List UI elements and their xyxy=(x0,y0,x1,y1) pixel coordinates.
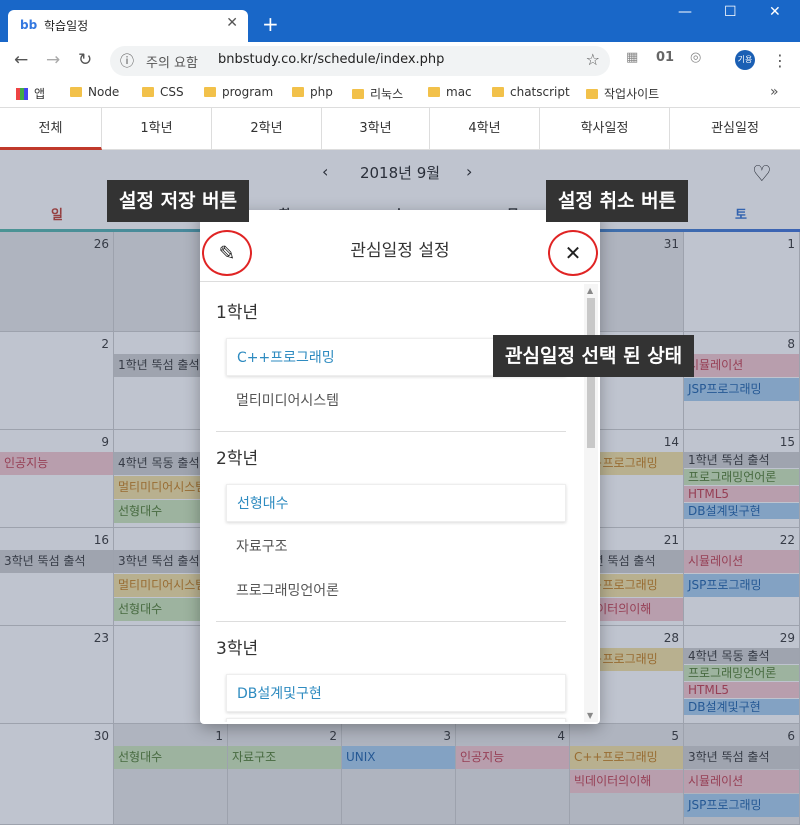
bookmark-star-icon[interactable]: ☆ xyxy=(586,50,600,69)
avatar[interactable]: 기용 xyxy=(735,50,755,70)
bookmark-item[interactable]: program xyxy=(204,85,273,99)
bookmark-item[interactable]: 작업사이트 xyxy=(586,85,659,102)
tab-academic[interactable]: 학사일정 xyxy=(540,108,670,150)
address-bar-row: ← → ↻ ⓘ 주의 요함 bnbstudy.co.kr/schedule/in… xyxy=(0,42,800,80)
folder-icon xyxy=(142,87,154,97)
course-option-selected[interactable]: 선형대수 xyxy=(226,484,566,522)
bookmark-item[interactable]: chatscript xyxy=(492,85,570,99)
forward-icon[interactable]: → xyxy=(46,50,60,70)
tab-grade3[interactable]: 3학년 xyxy=(322,108,430,150)
interest-settings-modal: 관심일정 설정 ✎ ✕ 1학년 C++프로그래밍 멀티미디어시스템 2학년 선형… xyxy=(200,210,600,724)
extension-icon[interactable]: ▦ xyxy=(626,50,638,65)
annotation-save: 설정 저장 버튼 xyxy=(107,180,250,222)
scroll-down-icon[interactable]: ▼ xyxy=(587,711,593,720)
security-warning: 주의 요함 xyxy=(146,56,198,71)
maximize-icon[interactable]: ☐ xyxy=(724,4,737,20)
course-option-partial[interactable] xyxy=(226,718,566,722)
course-option[interactable]: 자료구조 xyxy=(226,528,566,566)
pencil-icon: ✎ xyxy=(218,241,236,265)
annotation-cancel: 설정 취소 버튼 xyxy=(546,180,689,222)
browser-titlebar: bb 학습일정 ✕ + — ☐ ✕ xyxy=(0,0,800,42)
folder-icon xyxy=(292,87,304,97)
url-bar[interactable]: ⓘ 주의 요함 bnbstudy.co.kr/schedule/index.ph… xyxy=(110,46,610,76)
cancel-settings-button[interactable]: ✕ xyxy=(548,230,598,276)
url-text[interactable]: bnbstudy.co.kr/schedule/index.php xyxy=(218,52,444,67)
apps-icon xyxy=(16,88,28,100)
annotation-selected: 관심일정 선택 된 상태 xyxy=(493,335,695,377)
folder-icon xyxy=(428,87,440,97)
group-divider xyxy=(216,621,566,622)
folder-icon xyxy=(204,87,216,97)
grade-heading: 3학년 xyxy=(216,639,259,659)
reload-icon[interactable]: ↻ xyxy=(78,50,92,70)
course-option[interactable]: 멀티미디어시스템 xyxy=(226,382,566,420)
folder-icon xyxy=(492,87,504,97)
modal-header: 관심일정 설정 ✎ ✕ xyxy=(200,210,600,282)
group-divider xyxy=(216,431,566,432)
bookmark-item[interactable]: php xyxy=(292,85,333,99)
grade-heading: 2학년 xyxy=(216,449,259,469)
menu-icon[interactable]: ⋮ xyxy=(772,51,788,70)
info-icon[interactable]: ⓘ xyxy=(120,51,134,71)
close-tab-icon[interactable]: ✕ xyxy=(226,15,238,31)
bookmarks-more-icon[interactable]: » xyxy=(770,84,779,100)
bookmarks-bar: 앱 Node CSS program php 리눅스 mac chatscrip… xyxy=(0,80,800,108)
scroll-up-icon[interactable]: ▲ xyxy=(587,286,593,295)
category-tabs: 전체 1학년 2학년 3학년 4학년 학사일정 관심일정 xyxy=(0,108,800,150)
course-option-selected[interactable]: DB설계및구현 xyxy=(226,674,566,712)
tab-grade4[interactable]: 4학년 xyxy=(430,108,540,150)
folder-icon xyxy=(586,89,598,99)
bookmark-apps[interactable]: 앱 xyxy=(16,85,45,102)
extension-target-icon[interactable]: ◎ xyxy=(690,50,701,65)
tab-interest[interactable]: 관심일정 xyxy=(670,108,800,150)
tab-grade2[interactable]: 2학년 xyxy=(212,108,322,150)
close-window-icon[interactable]: ✕ xyxy=(769,4,781,20)
close-icon: ✕ xyxy=(564,241,582,265)
minimize-icon[interactable]: — xyxy=(678,4,692,20)
folder-icon xyxy=(352,89,364,99)
tab-all[interactable]: 전체 xyxy=(0,108,102,150)
browser-tab[interactable]: bb 학습일정 ✕ xyxy=(8,10,248,42)
bookmark-item[interactable]: Node xyxy=(70,85,119,99)
tab-title: 학습일정 xyxy=(44,19,89,33)
bookmark-item[interactable]: mac xyxy=(428,85,472,99)
bookmark-item[interactable]: 리눅스 xyxy=(352,85,403,102)
bookmark-item[interactable]: CSS xyxy=(142,85,184,99)
new-tab-icon[interactable]: + xyxy=(262,12,279,36)
favicon-icon: bb xyxy=(20,18,38,32)
extension-badge[interactable]: 01 xyxy=(656,50,674,65)
modal-title: 관심일정 설정 xyxy=(350,241,450,261)
folder-icon xyxy=(70,87,82,97)
save-settings-button[interactable]: ✎ xyxy=(202,230,252,276)
grade-heading: 1학년 xyxy=(216,303,259,323)
tab-grade1[interactable]: 1학년 xyxy=(102,108,212,150)
course-option[interactable]: 프로그래밍언어론 xyxy=(226,572,566,610)
back-icon[interactable]: ← xyxy=(14,50,28,70)
